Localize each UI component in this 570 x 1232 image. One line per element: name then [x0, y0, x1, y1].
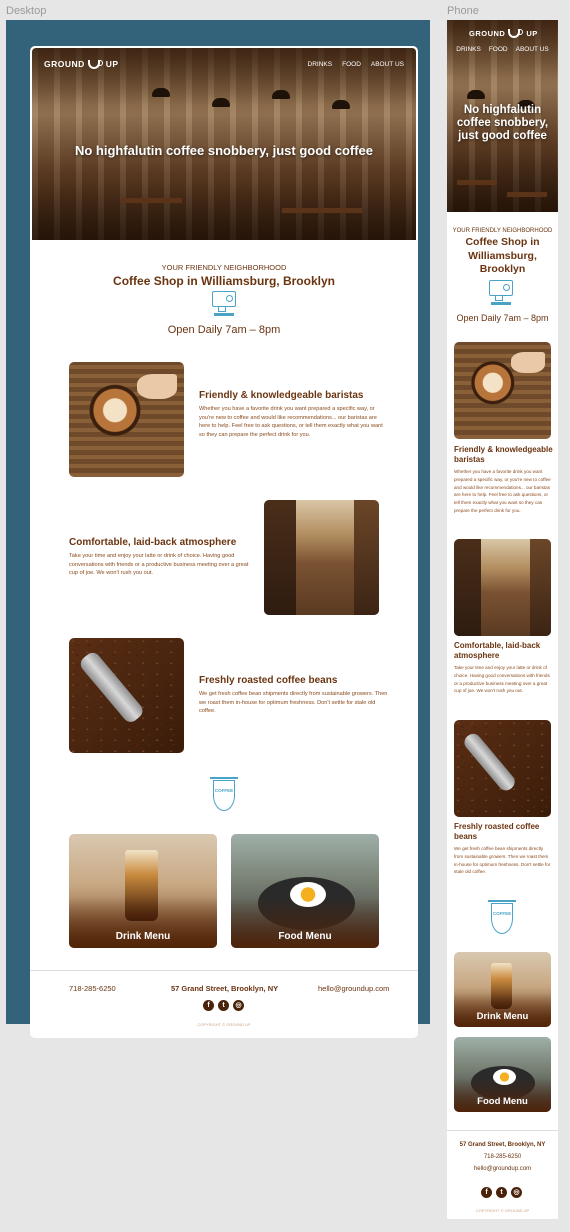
- phone-footer-phone[interactable]: 718-285-6250: [447, 1154, 558, 1160]
- feature-body-beans: We get fresh coffee bean shipments direc…: [199, 691, 388, 714]
- food-menu-card[interactable]: Food Menu: [231, 834, 379, 948]
- coffee-sign-text: COFFEE: [214, 788, 234, 793]
- phone-espresso-machine-icon: [489, 280, 513, 306]
- twitter-icon[interactable]: t: [218, 1000, 229, 1011]
- facebook-icon[interactable]: f: [203, 1000, 214, 1011]
- phone-logo-text-right: UP: [526, 29, 538, 38]
- nav-drinks-link[interactable]: DRINKS: [308, 61, 333, 68]
- desktop-frame: GROUND UP DRINKS FOOD ABOUT US No highfa…: [6, 20, 430, 1038]
- feature-title-baristas: Friendly & knowledgeable baristas: [199, 390, 364, 401]
- nav-food-link[interactable]: FOOD: [342, 61, 361, 68]
- phone-intro-title: Coffee Shop in Williamsburg, Brooklyn: [465, 236, 540, 275]
- phone-coffee-sign-text: COFFEE: [492, 911, 512, 916]
- logo-text-right: UP: [105, 59, 119, 69]
- phone-copyright: COPYRIGHT © GROUND UP: [475, 1208, 530, 1213]
- logo[interactable]: GROUND UP: [44, 59, 119, 69]
- phone-nav-about-link[interactable]: ABOUT US: [516, 46, 549, 53]
- phone-food-menu-label: Food Menu: [477, 1096, 528, 1107]
- phone-opening-hours: Open Daily 7am – 8pm: [456, 313, 549, 323]
- drink-menu-card[interactable]: Drink Menu: [69, 834, 217, 948]
- phone-page: GROUND UP DRINKS FOOD ABOUT US No highfa…: [447, 20, 558, 1219]
- phone-hero-title: No highfalutin coffee snobbery, just goo…: [456, 104, 549, 142]
- phone-feature-title-baristas: Friendly & knowledgeable baristas: [454, 445, 553, 464]
- intro-title: Coffee Shop in Williamsburg, Brooklyn: [113, 274, 335, 288]
- phone-feature-title-atmosphere: Comfortable, laid-back atmosphere: [454, 641, 541, 660]
- feature-body-baristas: Whether you have a favorite drink you wa…: [199, 406, 383, 438]
- espresso-machine-icon: [212, 291, 236, 317]
- feature-title-beans: Freshly roasted coffee beans: [199, 675, 338, 686]
- instagram-icon[interactable]: ◎: [233, 1000, 244, 1011]
- phone-latte-art-photo: [454, 342, 551, 439]
- copyright: COPYRIGHT © GROUND UP: [197, 1022, 251, 1027]
- phone-coffee-sign-icon: COFFEE: [488, 900, 516, 934]
- phone-feature-body-beans: We get fresh coffee bean shipments direc…: [454, 846, 551, 875]
- social-links: f t ◎: [203, 1000, 244, 1011]
- phone-footer-divider: [447, 1130, 558, 1131]
- food-menu-label: Food Menu: [278, 931, 332, 942]
- phone-instagram-icon[interactable]: ◎: [511, 1187, 522, 1198]
- latte-art-photo: [69, 362, 184, 477]
- phone-cafe-street-photo: [454, 539, 551, 636]
- feature-title-atmosphere: Comfortable, laid-back atmosphere: [69, 537, 237, 548]
- phone-footer-address: 57 Grand Street, Brooklyn, NY: [459, 1142, 546, 1148]
- desktop-page: GROUND UP DRINKS FOOD ABOUT US No highfa…: [30, 46, 418, 1038]
- cafe-street-photo: [264, 500, 379, 615]
- phone-facebook-icon[interactable]: f: [481, 1187, 492, 1198]
- phone-social-links: f t ◎: [481, 1187, 522, 1198]
- phone-twitter-icon[interactable]: t: [496, 1187, 507, 1198]
- phone-food-menu-card[interactable]: Food Menu: [454, 1037, 551, 1112]
- phone-nav-drinks-link[interactable]: DRINKS: [456, 46, 481, 53]
- phone-coffee-beans-photo: [454, 720, 551, 817]
- phone-nav-food-link[interactable]: FOOD: [489, 46, 508, 53]
- phone-logo-text-left: GROUND: [469, 29, 506, 38]
- footer-phone[interactable]: 718-285-6250: [69, 984, 116, 993]
- footer-address: 57 Grand Street, Brooklyn, NY: [171, 984, 279, 993]
- phone-frame-label: Phone: [447, 5, 479, 17]
- feature-body-atmosphere: Take your time and enjoy your latte or d…: [69, 553, 249, 576]
- top-nav: DRINKS FOOD ABOUT US: [308, 61, 404, 68]
- footer-divider: [30, 970, 418, 971]
- phone-feature-body-baristas: Whether you have a favorite drink you wa…: [454, 469, 551, 513]
- intro-subtitle: YOUR FRIENDLY NEIGHBORHOOD: [161, 263, 287, 272]
- hero-banner: GROUND UP DRINKS FOOD ABOUT US No highfa…: [32, 48, 416, 240]
- phone-drink-menu-label: Drink Menu: [476, 1011, 529, 1022]
- hero-title: No highfalutin coffee snobbery, just goo…: [74, 143, 374, 158]
- coffee-sign-icon: COFFEE: [210, 777, 238, 811]
- footer-email[interactable]: hello@groundup.com: [318, 984, 389, 993]
- phone-intro-subtitle: YOUR FRIENDLY NEIGHBORHOOD: [452, 228, 553, 234]
- opening-hours: Open Daily 7am – 8pm: [167, 324, 281, 336]
- phone-logo[interactable]: GROUND UP: [469, 29, 538, 38]
- coffee-cup-icon: [87, 59, 103, 69]
- phone-feature-title-beans: Freshly roasted coffee beans: [454, 822, 540, 841]
- phone-footer-email[interactable]: hello@groundup.com: [447, 1166, 558, 1172]
- phone-top-nav: DRINKS FOOD ABOUT US: [447, 46, 558, 53]
- nav-about-link[interactable]: ABOUT US: [371, 61, 404, 68]
- logo-text-left: GROUND: [44, 59, 85, 69]
- phone-hero-banner: GROUND UP DRINKS FOOD ABOUT US No highfa…: [447, 20, 558, 212]
- desktop-frame-label: Desktop: [6, 5, 47, 17]
- phone-feature-body-atmosphere: Take your time and enjoy your latte or d…: [454, 665, 550, 694]
- drink-menu-label: Drink Menu: [115, 931, 171, 942]
- phone-coffee-cup-icon: [508, 29, 524, 38]
- phone-drink-menu-card[interactable]: Drink Menu: [454, 952, 551, 1027]
- coffee-beans-photo: [69, 638, 184, 753]
